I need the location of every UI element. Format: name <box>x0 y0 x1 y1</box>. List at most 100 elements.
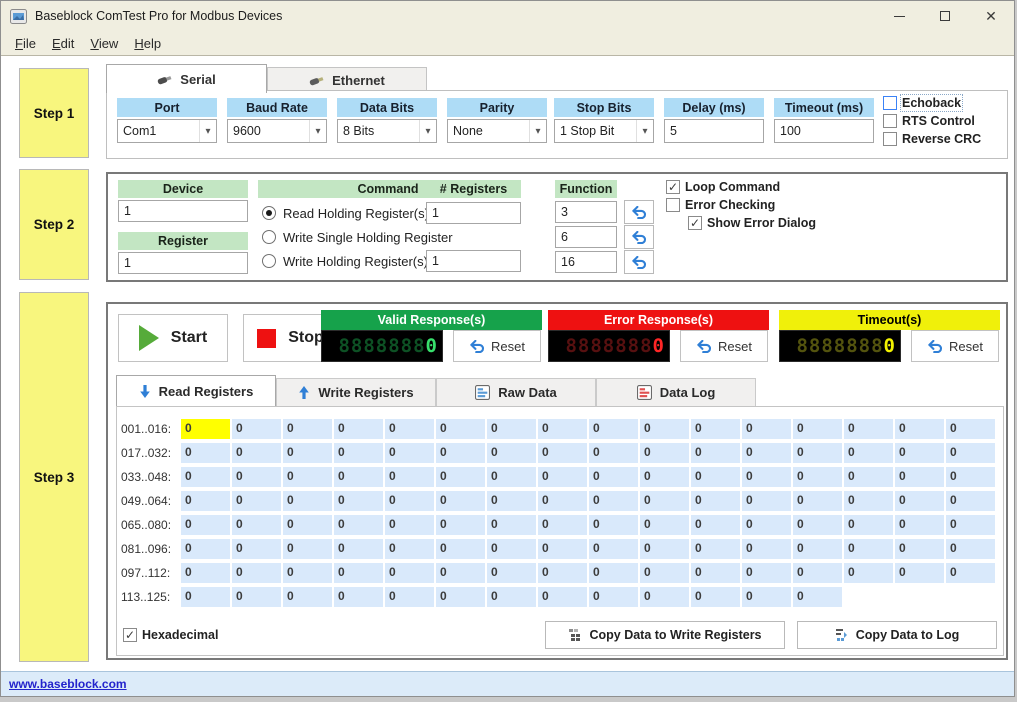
register-cell[interactable]: 0 <box>589 443 638 463</box>
register-cell[interactable]: 0 <box>232 539 281 559</box>
radio-write-single[interactable]: Write Single Holding Register <box>262 227 453 247</box>
register-cell[interactable]: 0 <box>334 515 383 535</box>
register-cell[interactable]: 0 <box>538 515 587 535</box>
function-read-input[interactable] <box>555 201 617 223</box>
register-cell[interactable]: 0 <box>487 491 536 511</box>
register-cell[interactable]: 0 <box>946 515 995 535</box>
register-cell[interactable]: 0 <box>946 419 995 439</box>
databits-select[interactable]: 8 Bits ▾ <box>337 119 437 143</box>
register-cell[interactable]: 0 <box>232 491 281 511</box>
register-cell[interactable]: 0 <box>181 563 230 583</box>
valid-reset-button[interactable]: Reset <box>453 330 541 362</box>
register-cell[interactable]: 0 <box>385 515 434 535</box>
register-cell[interactable]: 0 <box>640 563 689 583</box>
register-cell[interactable]: 0 <box>640 539 689 559</box>
register-cell[interactable]: 0 <box>538 419 587 439</box>
register-cell[interactable]: 0 <box>232 563 281 583</box>
register-cell[interactable]: 0 <box>742 563 791 583</box>
register-cell[interactable]: 0 <box>640 467 689 487</box>
register-cell[interactable]: 0 <box>640 491 689 511</box>
close-button[interactable]: ✕ <box>968 1 1014 31</box>
register-cell[interactable]: 0 <box>487 539 536 559</box>
register-cell[interactable]: 0 <box>334 563 383 583</box>
register-cell[interactable]: 0 <box>334 491 383 511</box>
register-cell[interactable]: 0 <box>691 563 740 583</box>
register-cell[interactable]: 0 <box>487 443 536 463</box>
register-cell[interactable]: 0 <box>334 539 383 559</box>
register-cell[interactable]: 0 <box>538 443 587 463</box>
register-cell[interactable]: 0 <box>385 443 434 463</box>
register-cell[interactable]: 0 <box>385 563 434 583</box>
register-cell[interactable]: 0 <box>487 467 536 487</box>
register-cell[interactable]: 0 <box>283 491 332 511</box>
register-cell[interactable]: 0 <box>640 587 689 607</box>
baseblock-link[interactable]: www.baseblock.com <box>9 677 127 691</box>
register-cell[interactable]: 0 <box>181 515 230 535</box>
register-cell[interactable]: 0 <box>844 419 893 439</box>
echoback-checkbox[interactable]: Echoback <box>883 96 981 110</box>
register-cell[interactable]: 0 <box>895 491 944 511</box>
register-cell[interactable]: 0 <box>283 419 332 439</box>
register-cell[interactable]: 0 <box>538 467 587 487</box>
parity-select[interactable]: None ▾ <box>447 119 547 143</box>
device-input[interactable] <box>118 200 248 222</box>
register-cell[interactable]: 0 <box>436 587 485 607</box>
tab-raw-data[interactable]: Raw Data <box>436 378 596 406</box>
register-cell[interactable]: 0 <box>844 515 893 535</box>
register-cell[interactable]: 0 <box>283 515 332 535</box>
function-write-multi-reset-button[interactable] <box>624 250 654 274</box>
function-write-single-reset-button[interactable] <box>624 225 654 249</box>
register-cell[interactable]: 0 <box>589 539 638 559</box>
register-cell[interactable]: 0 <box>844 491 893 511</box>
register-cell[interactable]: 0 <box>895 419 944 439</box>
tab-read-registers[interactable]: Read Registers <box>116 375 276 406</box>
register-cell[interactable]: 0 <box>181 467 230 487</box>
register-cell[interactable]: 0 <box>946 563 995 583</box>
register-cell[interactable]: 0 <box>895 563 944 583</box>
register-cell[interactable]: 0 <box>436 419 485 439</box>
register-cell[interactable]: 0 <box>487 419 536 439</box>
register-cell[interactable]: 0 <box>844 563 893 583</box>
register-cell[interactable]: 0 <box>742 515 791 535</box>
register-cell[interactable]: 0 <box>793 491 842 511</box>
register-cell[interactable]: 0 <box>742 467 791 487</box>
register-cell[interactable]: 0 <box>283 587 332 607</box>
hexadecimal-checkbox[interactable]: ✓ Hexadecimal <box>123 628 218 642</box>
register-cell[interactable]: 0 <box>742 491 791 511</box>
register-cell[interactable]: 0 <box>538 587 587 607</box>
register-cell[interactable]: 0 <box>691 419 740 439</box>
register-cell[interactable]: 0 <box>589 491 638 511</box>
register-cell[interactable]: 0 <box>283 467 332 487</box>
show-error-dialog-checkbox[interactable]: ✓ Show Error Dialog <box>688 216 816 230</box>
register-cell[interactable]: 0 <box>334 587 383 607</box>
num-registers-read-input[interactable] <box>426 202 521 224</box>
tab-serial[interactable]: Serial <box>106 64 267 93</box>
function-write-single-input[interactable] <box>555 226 617 248</box>
register-cell[interactable]: 0 <box>895 515 944 535</box>
register-cell[interactable]: 0 <box>691 467 740 487</box>
register-cell[interactable]: 0 <box>436 443 485 463</box>
radio-read-holding[interactable]: Read Holding Register(s) <box>262 203 429 223</box>
register-cell[interactable]: 0 <box>385 539 434 559</box>
rts-control-checkbox[interactable]: RTS Control <box>883 114 981 128</box>
register-cell[interactable]: 0 <box>436 539 485 559</box>
register-cell[interactable]: 0 <box>793 419 842 439</box>
menu-file[interactable]: File <box>7 33 44 54</box>
register-cell[interactable]: 0 <box>895 467 944 487</box>
register-cell[interactable]: 0 <box>487 563 536 583</box>
register-cell[interactable]: 0 <box>640 443 689 463</box>
register-cell[interactable]: 0 <box>691 539 740 559</box>
loop-command-checkbox[interactable]: ✓ Loop Command <box>666 180 816 194</box>
register-cell[interactable]: 0 <box>181 539 230 559</box>
timeout-reset-button[interactable]: Reset <box>911 330 999 362</box>
error-reset-button[interactable]: Reset <box>680 330 768 362</box>
register-cell[interactable]: 0 <box>895 443 944 463</box>
register-cell[interactable]: 0 <box>691 443 740 463</box>
register-cell[interactable]: 0 <box>232 467 281 487</box>
register-cell[interactable]: 0 <box>793 467 842 487</box>
delay-input[interactable] <box>664 119 764 143</box>
register-cell[interactable]: 0 <box>793 515 842 535</box>
register-cell[interactable]: 0 <box>589 467 638 487</box>
register-cell[interactable]: 0 <box>181 443 230 463</box>
menu-view[interactable]: View <box>82 33 126 54</box>
